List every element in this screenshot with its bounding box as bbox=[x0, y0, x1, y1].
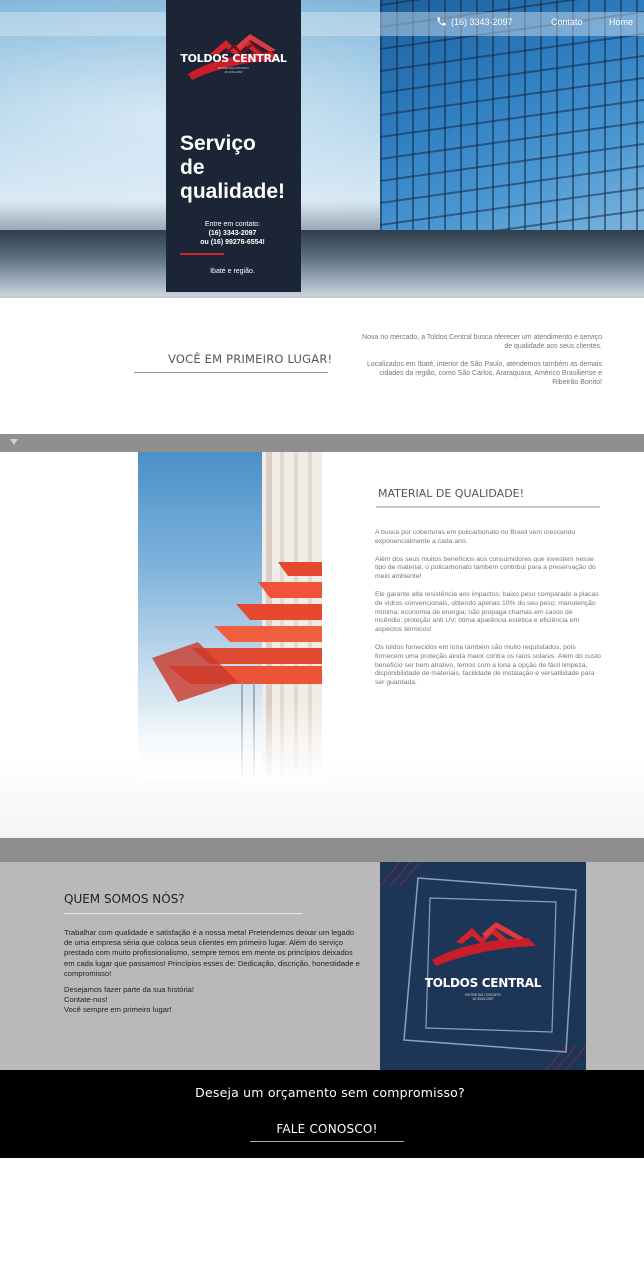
about-us-line: Você sempre em primeiro lugar! bbox=[64, 1005, 172, 1015]
phone-icon bbox=[437, 17, 446, 26]
grey-separator-band-2 bbox=[0, 838, 644, 862]
hero-brand-subtext: ENTRE EM CONTATO 16 3343-2097 bbox=[166, 66, 301, 74]
about-us-paragraph-1: Trabalhar com qualidade e satisfação é a… bbox=[64, 928, 360, 978]
material-paragraph: A busca por coberturas em policarbonato … bbox=[375, 529, 576, 545]
nav-link-contato[interactable]: Contato bbox=[551, 17, 583, 27]
hero-red-divider bbox=[180, 253, 224, 255]
hero-brand-name: TOLDOS CENTRAL bbox=[180, 52, 287, 65]
awning-photo-fade bbox=[138, 702, 322, 782]
section-divider bbox=[0, 296, 644, 298]
awning-photo bbox=[138, 452, 322, 782]
hero-title-line-2: de bbox=[180, 156, 205, 179]
material-text: A busca por coberturas em policarbonato … bbox=[375, 529, 601, 697]
about-us-paragraph-2: Desejamos fazer parte da sua história! C… bbox=[64, 985, 364, 1016]
contact-us-button[interactable]: FALE CONOSCO! bbox=[250, 1116, 404, 1142]
about-intro-text: Nova no mercado, a Toldos Central busca … bbox=[360, 333, 602, 396]
about-intro-paragraph-2: Localizados em Ibaté, interior de São Pa… bbox=[366, 361, 602, 386]
hero-brand-sub-line-2: 16 3343-2097 bbox=[224, 69, 243, 74]
triangle-down-icon bbox=[10, 439, 18, 445]
hero-brand-panel: TOLDOS CENTRAL ENTRE EM CONTATO 16 3343-… bbox=[166, 0, 301, 292]
about-us-brand-sub-line-2: 16 3343-2097 bbox=[472, 997, 494, 1001]
hero-title-line-1: Serviço bbox=[180, 132, 256, 155]
hero-contact-info: Entre em contato: (16) 3343-2097 ou (16)… bbox=[166, 220, 299, 247]
hero-contact-label: Entre em contato: bbox=[204, 221, 261, 228]
grey-separator-band bbox=[0, 434, 644, 452]
hero-ground-image bbox=[0, 230, 644, 296]
hero-contact-phone-1[interactable]: (16) 3343-2097 bbox=[166, 229, 299, 238]
hero-title-line-3: qualidade! bbox=[180, 180, 286, 203]
about-us-text: Trabalhar com qualidade e satisfação é a… bbox=[64, 928, 364, 1022]
top-navigation-bar bbox=[0, 12, 644, 36]
about-us-brand-name: TOLDOS CENTRAL bbox=[424, 976, 542, 990]
hero-title: Serviço de qualidade! bbox=[180, 132, 298, 204]
material-title: MATERIAL DE QUALIDADE! bbox=[378, 487, 525, 500]
about-intro-title: VOCÊ EM PRIMEIRO LUGAR! bbox=[168, 352, 333, 366]
decorative-frames-icon bbox=[380, 862, 586, 1070]
about-us-brand-subtext: ENTRE EM CONTATO 16 3343-2097 bbox=[380, 993, 586, 1001]
about-intro-paragraph-1: Nova no mercado, a Toldos Central busca … bbox=[362, 334, 602, 350]
hero-section bbox=[0, 0, 644, 296]
header-phone[interactable]: (16) 3343-2097 bbox=[436, 16, 513, 27]
hero-region-text: Ibaté e região. bbox=[210, 268, 255, 275]
header-phone-text: (16) 3343-2097 bbox=[451, 16, 513, 27]
hero-contact-phone-2[interactable]: ou (16) 99276-6554! bbox=[166, 238, 299, 247]
about-us-title: QUEM SOMOS NÓS? bbox=[64, 892, 185, 906]
material-paragraph: Além dos seus muitos benefícios aos cons… bbox=[375, 555, 596, 581]
about-us-line: Desejamos fazer parte da sua história! bbox=[64, 985, 195, 995]
about-us-logo-panel: TOLDOS CENTRAL ENTRE EM CONTATO 16 3343-… bbox=[380, 862, 586, 1070]
material-paragraph: Ele garante alta resistência aos impacto… bbox=[375, 590, 599, 634]
nav-link-home[interactable]: Home bbox=[609, 17, 633, 27]
material-paragraph: Os toldos fornecidos em lona também são … bbox=[375, 643, 601, 687]
about-us-line: Contate-nos! bbox=[64, 995, 108, 1005]
about-us-side-block bbox=[586, 862, 644, 1070]
cta-text: Deseja um orçamento sem compromisso? bbox=[195, 1085, 465, 1100]
about-intro-underline bbox=[134, 372, 328, 373]
cta-section bbox=[0, 1070, 644, 1158]
about-us-underline bbox=[64, 913, 302, 914]
material-underline bbox=[376, 506, 600, 508]
